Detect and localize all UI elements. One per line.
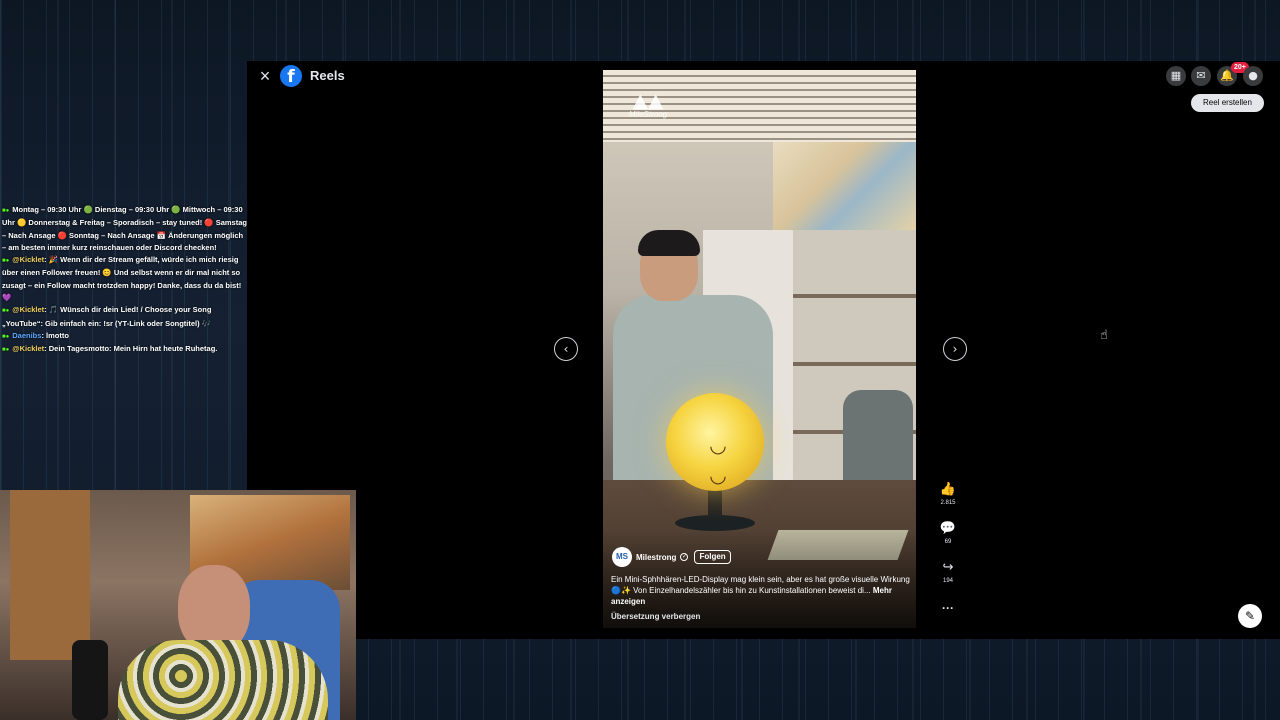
author-name[interactable]: Milestrong bbox=[636, 553, 676, 562]
chat-line: ■● @Kicklet: Dein Tagesmotto: Mein Hirn h… bbox=[2, 343, 248, 356]
comment-icon: 💬 bbox=[939, 521, 957, 536]
watermark-brand: MileStrong bbox=[628, 110, 668, 119]
chat-line: ■● @Kicklet: 🎉 Wenn dir der Stream gefäll… bbox=[2, 254, 248, 304]
more-options-icon[interactable]: ··· bbox=[937, 601, 959, 615]
previous-reel-button[interactable]: ‹ bbox=[554, 337, 578, 361]
share-action[interactable]: ↪ 194 bbox=[937, 560, 959, 584]
facebook-logo[interactable]: f bbox=[280, 65, 302, 87]
author-row: MS Milestrong ✓ Folgen bbox=[612, 547, 731, 567]
reel-video[interactable]: ◡ ◡ ▲▲ MileStrong MS Milestrong ✓ Folgen… bbox=[603, 70, 916, 628]
reel-caption: Ein Mini-Sphhhären-LED-Display mag klein… bbox=[611, 574, 911, 607]
video-painting bbox=[773, 142, 916, 232]
chat-text: Montag – 09:30 Uhr 🟢 Dienstag – 09:30 Uh… bbox=[2, 205, 247, 252]
messenger-icon[interactable]: ✉ bbox=[1191, 66, 1211, 86]
chat-user: @Kicklet bbox=[12, 255, 45, 265]
lamp-face: ◡ ◡ bbox=[709, 433, 727, 487]
chat-line: ■● Daenibs: lmotto bbox=[2, 330, 248, 343]
chat-text: : lmotto bbox=[41, 330, 69, 340]
share-icon: ↪ bbox=[942, 560, 954, 575]
like-count: 2.815 bbox=[940, 500, 956, 506]
caption-text: Ein Mini-Sphhhären-LED-Display mag klein… bbox=[611, 575, 910, 595]
chat-text: : Dein Tagesmotto: Mein Hirn hat heute R… bbox=[44, 344, 218, 354]
chat-badge-icons: ■● bbox=[2, 258, 10, 265]
chat-badge-icons: ■● bbox=[2, 347, 10, 354]
facebook-reels-window: × f Reels ▦ ✉ 🔔 20+ ● Reel erstellen ◡ ◡… bbox=[247, 61, 1280, 639]
chat-badge-icons: ■● bbox=[2, 308, 10, 315]
desktop-stage: × f Reels ▦ ✉ 🔔 20+ ● Reel erstellen ◡ ◡… bbox=[0, 0, 1280, 720]
avatar[interactable]: ● bbox=[1243, 66, 1263, 86]
edit-icon[interactable]: ✎ bbox=[1238, 604, 1262, 628]
comment-action[interactable]: 💬 69 bbox=[937, 521, 959, 545]
webcam-person-body bbox=[118, 640, 328, 720]
chat-badge-icons: ■● bbox=[2, 208, 10, 214]
chat-line: ■● @Kicklet: 🎵 Wünsch dir dein Lied! / Ch… bbox=[2, 304, 248, 330]
share-count: 194 bbox=[942, 578, 953, 584]
chat-badge-icons: ■● bbox=[2, 333, 10, 340]
like-action[interactable]: 👍 2.815 bbox=[937, 482, 959, 506]
webcam-microphone bbox=[72, 640, 108, 720]
author-avatar[interactable]: MS bbox=[612, 547, 632, 567]
like-icon: 👍 bbox=[939, 482, 957, 497]
next-reel-button[interactable]: › bbox=[943, 337, 967, 361]
chat-user: @Kicklet bbox=[12, 344, 45, 354]
follow-button[interactable]: Folgen bbox=[694, 550, 731, 564]
stream-chat-overlay: ■● Montag – 09:30 Uhr 🟢 Dienstag – 09:30 … bbox=[0, 204, 250, 357]
chat-line: ■● Montag – 09:30 Uhr 🟢 Dienstag – 09:30 … bbox=[2, 204, 248, 254]
chat-user: @Kicklet bbox=[12, 305, 45, 315]
chat-user: Daenibs bbox=[12, 330, 42, 340]
lamp-stand bbox=[708, 490, 722, 518]
hide-translation-link[interactable]: Übersetzung verbergen bbox=[611, 612, 700, 621]
webcam-wardrobe bbox=[10, 490, 90, 660]
video-person-hair bbox=[638, 230, 700, 256]
lamp-base bbox=[675, 515, 755, 531]
webcam-overlay bbox=[0, 490, 356, 720]
comment-count: 69 bbox=[944, 539, 952, 545]
create-reel-button[interactable]: Reel erstellen bbox=[1191, 94, 1264, 112]
page-title: Reels bbox=[310, 68, 345, 83]
close-button[interactable]: × bbox=[256, 67, 274, 85]
hand-cursor-icon: ☝ bbox=[1100, 328, 1108, 343]
verified-icon: ✓ bbox=[680, 553, 689, 561]
grid-icon[interactable]: ▦ bbox=[1166, 66, 1186, 86]
